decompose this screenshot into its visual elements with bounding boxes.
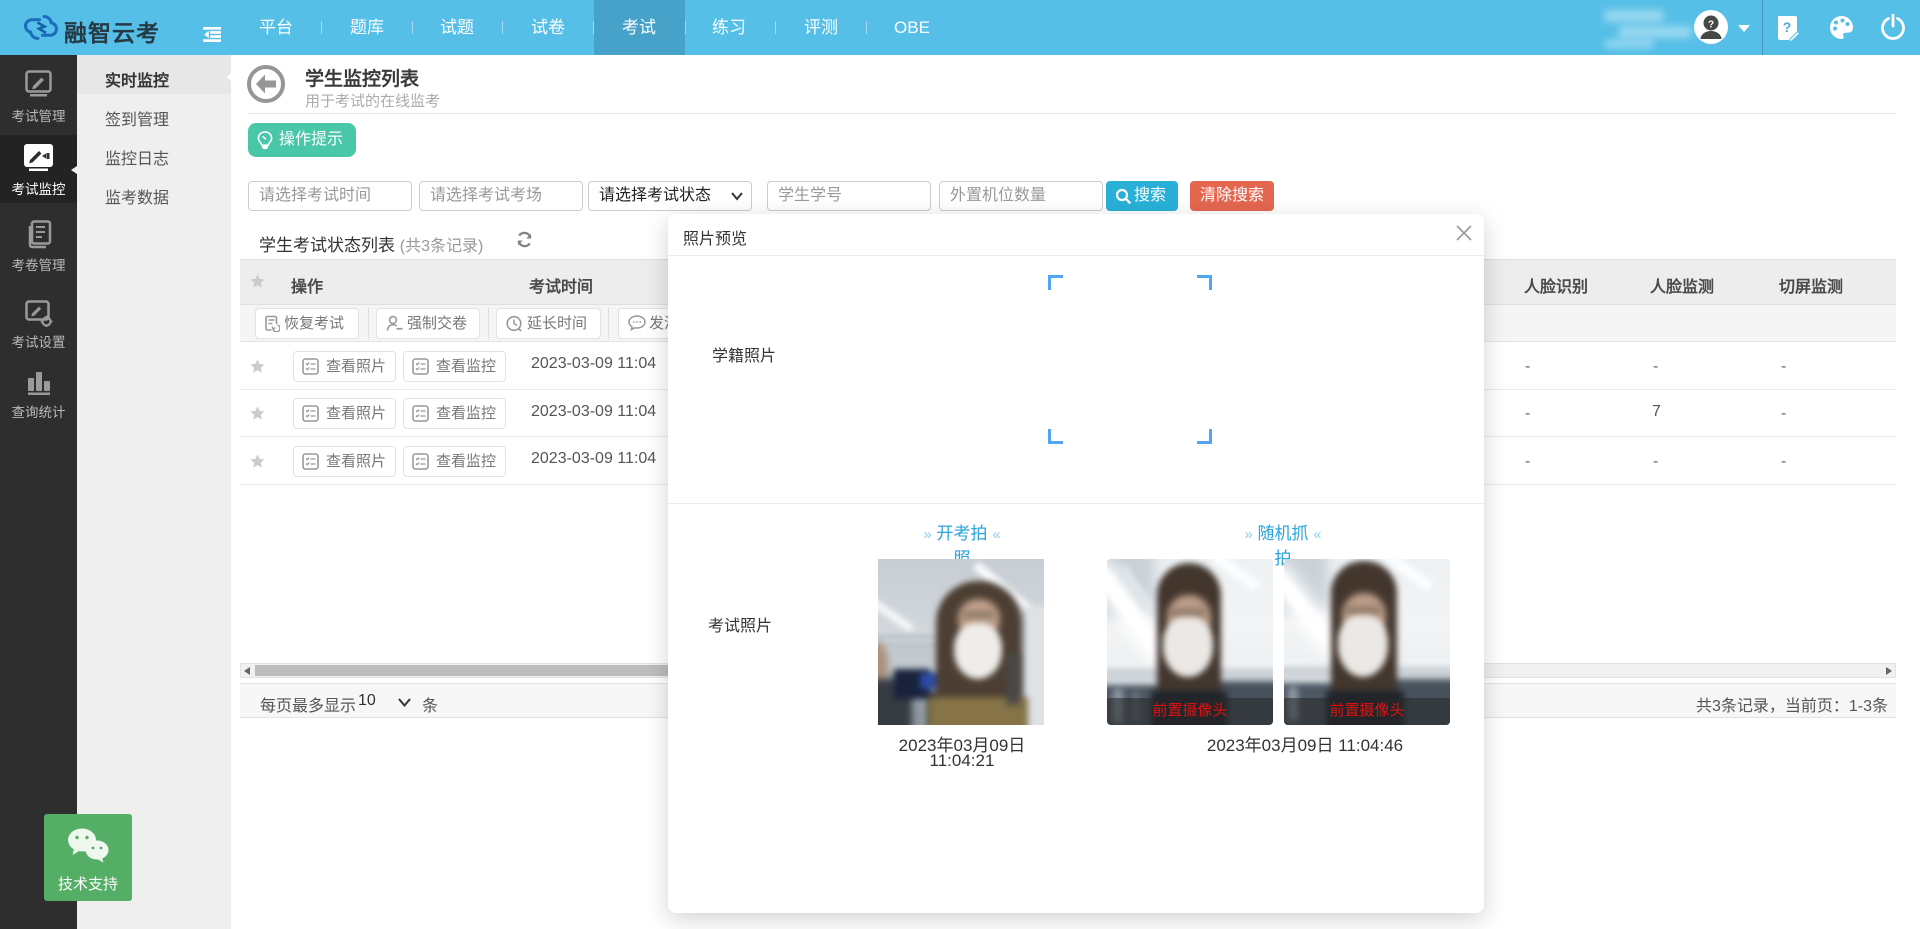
- svg-text:?: ?: [1783, 19, 1792, 35]
- svg-text:?: ?: [1708, 20, 1714, 31]
